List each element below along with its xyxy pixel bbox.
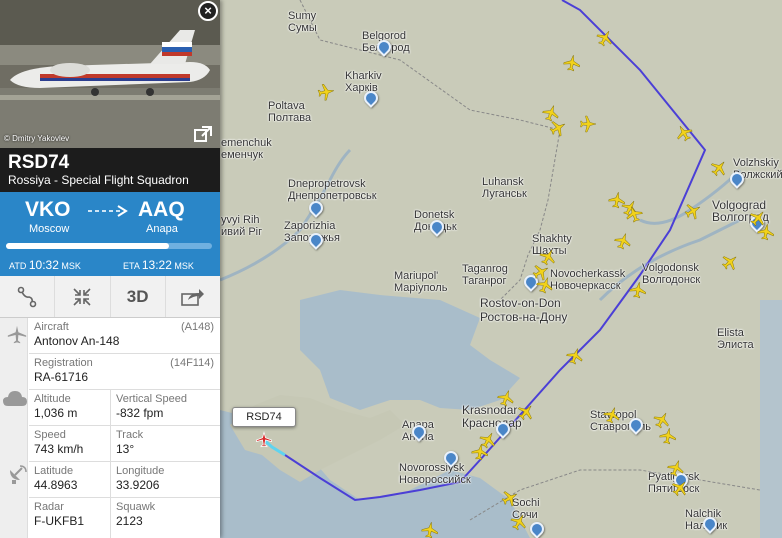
registration-code: (14F114) — [170, 357, 214, 369]
flight-progress-fill — [6, 243, 169, 249]
city-label: Luhansk Луганськ — [482, 176, 527, 200]
route-arrow-icon — [88, 205, 128, 217]
city-label: Krasnodar Краснодар — [462, 403, 522, 430]
track-value: 13° — [116, 442, 135, 456]
city-label: emenchuk еменчук — [221, 137, 272, 161]
altitude-label: Altitude — [34, 393, 71, 405]
3d-view-button[interactable]: 3D — [111, 276, 166, 317]
radar-cell: Radar F-UKFB1 — [29, 498, 111, 538]
destination-city: Anapa — [146, 223, 178, 235]
squawk-label: Squawk — [116, 501, 156, 513]
city-label: Novorossiysk Новороссийск — [399, 462, 471, 486]
city-label: Volgodonsk Волгодонск — [642, 262, 701, 286]
aircraft-icon — [7, 325, 27, 344]
altitude-value: 1,036 m — [34, 406, 78, 420]
aircraft-code: (A148) — [180, 321, 214, 333]
longitude-label: Longitude — [116, 465, 165, 477]
flight-details: Aircraft Antonov An-148 (A148) Registrat… — [0, 318, 220, 538]
radar-label: Radar — [34, 501, 64, 513]
city-label: Elista Элиста — [717, 327, 754, 351]
eta-label: ETA — [123, 261, 140, 271]
photo-credit: © Dmitry Yakovlev — [4, 134, 70, 143]
close-icon[interactable]: × — [198, 1, 218, 21]
latitude-label: Latitude — [34, 465, 74, 477]
speed-value: 743 km/h — [34, 442, 84, 456]
vertical-speed-label: Vertical Speed — [116, 393, 187, 405]
external-link-icon[interactable] — [194, 126, 212, 142]
track-cell: Track 13° — [111, 426, 220, 462]
center-button[interactable] — [55, 276, 111, 317]
aircraft-value: Antonov An-148 — [34, 334, 120, 348]
flight-info-panel: © Dmitry Yakovlev × RSD74 Rossiya - Spec… — [0, 0, 220, 538]
toolbar: 3D — [0, 276, 220, 318]
longitude-value: 33.9206 — [116, 478, 160, 492]
compress-icon — [73, 287, 91, 306]
details-side-strip — [0, 318, 28, 538]
flight-callout[interactable]: RSD74 — [232, 407, 296, 427]
flight-progress-bar — [6, 243, 212, 249]
origin-city: Moscow — [29, 223, 70, 235]
radar-value: F-UKFB1 — [34, 514, 85, 528]
vertical-speed-value: -832 fpm — [116, 406, 164, 420]
longitude-cell: Longitude 33.9206 — [111, 462, 220, 498]
eta-timezone: MSK — [174, 261, 194, 271]
aircraft-cell: Aircraft Antonov An-148 (A148) — [29, 318, 220, 354]
eta-time: 13:22 — [141, 258, 172, 272]
city-label: Shakhty Шахты — [532, 233, 572, 257]
share-button[interactable] — [166, 276, 220, 317]
city-label: Mariupol' Маріуполь — [394, 270, 448, 294]
destination-code[interactable]: AAQ — [138, 198, 185, 222]
city-label: Taganrog Таганрог — [462, 263, 508, 287]
3d-label: 3D — [126, 286, 149, 306]
route-section: VKO Moscow AAQ Anapa ATD 10:32 MSK ETA 1… — [0, 192, 220, 276]
radar-antenna-icon — [10, 465, 27, 484]
atd-timezone: MSK — [61, 261, 81, 271]
city-label: Sumy Сумы — [288, 10, 317, 34]
latitude-cell: Latitude 44.8963 — [29, 462, 111, 498]
city-label: Rostov-on-Don Ростов-на-Дону — [480, 296, 568, 324]
city-label: Novocherkassk Новочеркасск — [550, 268, 626, 292]
registration-value: RA-61716 — [34, 370, 89, 384]
origin-code[interactable]: VKO — [25, 198, 71, 222]
squawk-value: 2123 — [116, 514, 143, 528]
latitude-value: 44.8963 — [34, 478, 78, 492]
share-icon — [181, 288, 204, 306]
selected-aircraft-icon[interactable] — [255, 431, 273, 449]
city-label: Dnepropetrovsk Днепропетровськ — [288, 178, 377, 202]
route-icon — [17, 286, 37, 307]
atd-label: ATD — [9, 261, 27, 271]
squawk-cell: Squawk 2123 — [111, 498, 220, 538]
city-label: Kharkiv Харків — [345, 70, 382, 94]
aircraft-photo-image — [0, 0, 220, 148]
city-label: yvyi Rih ивий Ріг — [221, 214, 263, 238]
callsign: RSD74 — [8, 152, 70, 173]
route-button[interactable] — [0, 276, 56, 317]
speed-label: Speed — [34, 429, 66, 441]
atd-time: 10:32 — [28, 258, 59, 272]
vertical-speed-cell: Vertical Speed -832 fpm — [111, 390, 220, 426]
airline-name: Rossiya - Special Flight Squadron — [8, 173, 189, 187]
eta-block: ETA 13:22 MSK — [123, 258, 194, 272]
flight-header: RSD74 Rossiya - Special Flight Squadron — [0, 148, 220, 192]
cloud-icon — [3, 391, 27, 406]
registration-cell: Registration RA-61716 (14F114) — [29, 354, 220, 390]
aircraft-photo[interactable]: © Dmitry Yakovlev — [0, 0, 220, 148]
city-label: Sochi Сочи — [512, 497, 540, 521]
track-label: Track — [116, 429, 144, 441]
city-label: Poltava Полтава — [268, 100, 312, 124]
altitude-cell: Altitude 1,036 m — [29, 390, 111, 426]
atd-block: ATD 10:32 MSK — [9, 258, 81, 272]
speed-cell: Speed 743 km/h — [29, 426, 111, 462]
